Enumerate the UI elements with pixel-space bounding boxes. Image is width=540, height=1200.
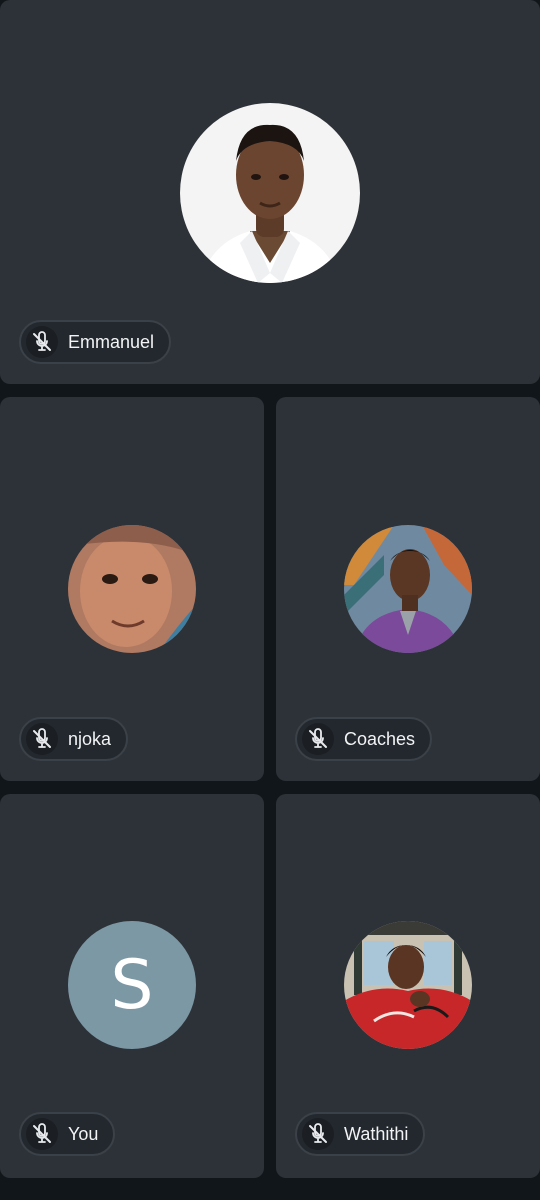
- participant-tile-njoka[interactable]: njoka: [0, 397, 264, 781]
- participant-name: Coaches: [344, 728, 416, 749]
- participant-name: Emmanuel: [68, 331, 155, 352]
- participant-avatar: [68, 525, 196, 653]
- participant-initial-avatar: S: [68, 921, 196, 1049]
- participant-name-pill: Wathithi: [295, 1112, 426, 1156]
- meeting-grid: Emmanuel njoka Coaches S You Wathithi: [0, 0, 540, 1200]
- participant-avatar: [180, 103, 360, 283]
- mic-off-icon: [26, 326, 58, 358]
- mic-off-icon: [302, 723, 334, 755]
- participant-tile-wathithi[interactable]: Wathithi: [276, 794, 540, 1178]
- participant-tile-emmanuel[interactable]: Emmanuel: [0, 0, 540, 384]
- mic-off-icon: [26, 1118, 58, 1150]
- participant-name: njoka: [68, 728, 112, 749]
- participant-name-pill: You: [19, 1112, 116, 1156]
- participant-tile-coaches[interactable]: Coaches: [276, 397, 540, 781]
- participant-name: Wathithi: [344, 1123, 409, 1144]
- participant-name: You: [68, 1123, 99, 1144]
- participant-avatar: [344, 921, 472, 1049]
- participant-avatar: [344, 525, 472, 653]
- mic-off-icon: [302, 1118, 334, 1150]
- mic-off-icon: [26, 723, 58, 755]
- participant-name-pill: Emmanuel: [19, 320, 172, 364]
- participant-name-pill: njoka: [19, 717, 129, 761]
- participant-name-pill: Coaches: [295, 717, 433, 761]
- participant-tile-you[interactable]: S You: [0, 794, 264, 1178]
